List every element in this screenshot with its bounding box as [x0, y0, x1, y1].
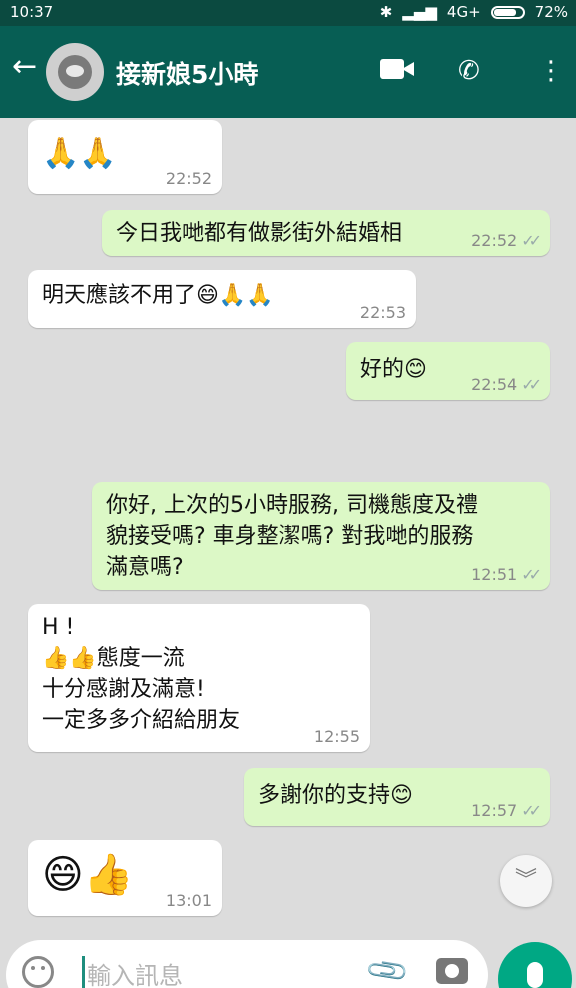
message-meta: 12:55: [314, 728, 360, 746]
battery-icon: [490, 5, 525, 19]
message-text: 好的😊: [360, 357, 427, 382]
message-meta: 22:53: [360, 304, 406, 322]
chat-header: ← 接新娘5小時 ✆ ⋮: [0, 26, 576, 118]
double-check-icon: ✓✓: [521, 375, 542, 394]
message-bubble-out[interactable]: 你好, 上次的5小時服務, 司機態度及禮 貌接受嗎? 車身整潔嗎? 對我哋的服務…: [92, 482, 550, 590]
message-text: H ! 👍👍態度一流 十分感謝及滿意! 一定多多介紹給朋友: [42, 615, 241, 733]
message-text: 😄👍: [42, 852, 134, 898]
mic-icon: [527, 962, 543, 988]
phone-icon[interactable]: ✆: [458, 56, 480, 86]
mic-button[interactable]: [498, 942, 572, 988]
message-meta: 22:52: [166, 170, 212, 188]
message-bubble-out[interactable]: 今日我哋都有做影街外結婚相 22:52 ✓✓: [102, 210, 550, 256]
message-bubble-in[interactable]: 🙏🙏 22:52: [28, 120, 222, 194]
message-meta: 12:57 ✓✓: [471, 801, 542, 820]
chevron-double-down-icon: ︾: [514, 868, 537, 893]
message-time: 12:51: [471, 565, 518, 584]
video-call-icon[interactable]: [380, 56, 416, 80]
message-meta: 13:01: [166, 892, 212, 910]
message-meta: 12:51 ✓✓: [471, 565, 542, 584]
avatar[interactable]: [46, 43, 104, 101]
message-time: 22:52: [165, 169, 212, 188]
message-input-bar: 輸入訊息 📎: [6, 940, 488, 988]
network-label: 4G+: [446, 3, 481, 21]
message-text: 多謝你的支持😊: [258, 783, 413, 808]
signal-icon: ▂▄▆: [402, 3, 437, 21]
message-bubble-in[interactable]: 明天應該不用了😄🙏🙏 22:53: [28, 270, 416, 328]
attach-icon[interactable]: 📎: [363, 947, 411, 988]
message-bubble-out[interactable]: 多謝你的支持😊 12:57 ✓✓: [244, 768, 550, 826]
message-time: 12:55: [313, 727, 360, 746]
message-text: 你好, 上次的5小時服務, 司機態度及禮 貌接受嗎? 車身整潔嗎? 對我哋的服務…: [106, 493, 478, 580]
message-text: 今日我哋都有做影街外結婚相: [116, 221, 403, 246]
chat-title[interactable]: 接新娘5小時: [116, 55, 258, 91]
status-icons: ✱ ▂▄▆ 4G+ 72%: [380, 3, 568, 21]
scroll-down-button[interactable]: ︾: [500, 855, 552, 907]
message-time: 22:53: [359, 303, 406, 322]
message-input[interactable]: 輸入訊息: [82, 956, 183, 988]
status-bar: 10:37 ✱ ▂▄▆ 4G+ 72%: [0, 0, 576, 26]
bluetooth-icon: ✱: [379, 3, 393, 21]
double-check-icon: ✓✓: [521, 801, 542, 820]
battery-label: 72%: [534, 3, 568, 21]
arrow-left-icon[interactable]: ←: [12, 52, 37, 82]
message-time: 22:52: [471, 231, 518, 250]
message-bubble-out[interactable]: 好的😊 22:54 ✓✓: [346, 342, 550, 400]
emoji-icon[interactable]: [22, 956, 54, 988]
double-check-icon: ✓✓: [521, 231, 542, 250]
message-meta: 22:54 ✓✓: [471, 375, 542, 394]
status-time: 10:37: [10, 3, 54, 21]
more-vert-icon[interactable]: ⋮: [538, 56, 564, 86]
message-meta: 22:52 ✓✓: [471, 231, 542, 250]
message-text: 🙏🙏: [42, 136, 117, 171]
message-bubble-in[interactable]: 😄👍 13:01: [28, 840, 222, 916]
message-bubble-in[interactable]: H ! 👍👍態度一流 十分感謝及滿意! 一定多多介紹給朋友 12:55: [28, 604, 370, 752]
message-time: 22:54: [471, 375, 518, 394]
message-time: 13:01: [165, 891, 212, 910]
message-time: 12:57: [471, 801, 518, 820]
message-text: 明天應該不用了😄🙏🙏: [42, 283, 274, 308]
camera-icon[interactable]: [436, 958, 468, 984]
double-check-icon: ✓✓: [521, 565, 542, 584]
